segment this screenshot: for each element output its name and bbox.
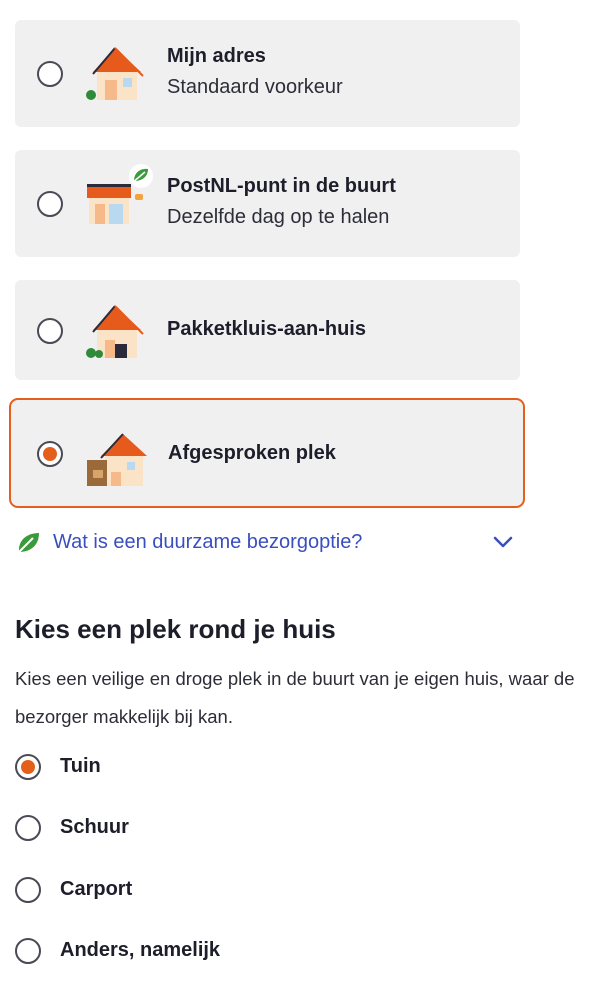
option-title: Pakketkluis-aan-huis <box>167 318 366 340</box>
option-title: PostNL-punt in de buurt <box>167 175 396 197</box>
place-option-schuur[interactable]: Schuur <box>15 814 415 844</box>
option-subtitle: Standaard voorkeur <box>167 76 343 98</box>
chevron-down-icon[interactable] <box>493 535 513 549</box>
radio-home-address[interactable] <box>37 61 63 87</box>
place-option-label: Tuin <box>60 755 101 777</box>
agreed-place-icon <box>87 433 147 486</box>
option-card-agreed-place[interactable]: Afgesproken plek <box>9 398 525 508</box>
radio-anders[interactable] <box>15 938 41 964</box>
place-option-label: Carport <box>60 878 133 900</box>
place-option-anders[interactable]: Anders, namelijk <box>15 937 415 967</box>
pickup-point-icon <box>87 164 153 224</box>
radio-carport[interactable] <box>15 877 41 903</box>
house-icon <box>86 47 144 100</box>
place-option-tuin[interactable]: Tuin <box>15 753 415 783</box>
radio-pickup-point[interactable] <box>37 191 63 217</box>
section-description: Kies een veilige en droge plek in de buu… <box>15 668 575 727</box>
radio-parcel-locker[interactable] <box>37 318 63 344</box>
option-card-home-address[interactable]: Mijn adres Standaard voorkeur <box>15 20 520 127</box>
option-title: Mijn adres <box>167 45 266 67</box>
radio-agreed-place[interactable] <box>37 441 63 467</box>
option-subtitle: Dezelfde dag op te halen <box>167 206 390 228</box>
sustainable-option-info[interactable]: Wat is een duurzame bezorgoptie? <box>15 527 517 561</box>
place-option-carport[interactable]: Carport <box>15 876 415 906</box>
leaf-icon <box>16 533 39 555</box>
section-heading: Kies een plek rond je huis <box>15 614 336 644</box>
sustainable-option-link[interactable]: Wat is een duurzame bezorgoptie? <box>53 531 362 554</box>
radio-tuin[interactable] <box>15 754 41 780</box>
place-option-label: Schuur <box>60 816 129 838</box>
option-card-parcel-locker[interactable]: Pakketkluis-aan-huis <box>15 280 520 380</box>
place-option-label: Anders, namelijk <box>60 939 221 961</box>
option-card-pickup-point[interactable]: PostNL-punt in de buurt Dezelfde dag op … <box>15 150 520 257</box>
radio-schuur[interactable] <box>15 815 41 841</box>
parcel-locker-icon <box>86 305 144 358</box>
option-title: Afgesproken plek <box>168 442 336 464</box>
